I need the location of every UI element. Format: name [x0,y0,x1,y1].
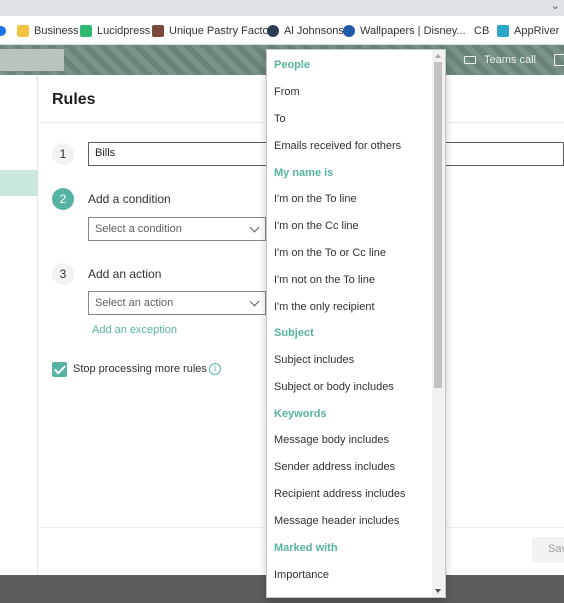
bookmark-business[interactable]: Business [17,23,79,39]
menu-item-from[interactable]: From [274,86,300,98]
step-1-badge: 1 [52,143,74,165]
bookmark-pastry[interactable]: Unique Pastry Facto... [152,23,278,39]
select-condition-dropdown[interactable]: Select a condition [88,217,266,241]
menu-item-on-cc-line[interactable]: I'm on the Cc line [274,220,359,232]
dropdown-scrollbar[interactable] [432,50,445,597]
menu-item-importance[interactable]: Importance [274,569,329,581]
settings-nav [0,75,38,575]
video-camera-icon [464,56,476,64]
menu-item-subject-or-body-includes[interactable]: Subject or body includes [274,381,394,393]
al-johnsons-icon [267,25,279,37]
info-icon[interactable]: i [209,363,221,375]
stop-processing-checkbox[interactable] [52,362,67,377]
lucidpress-icon [80,25,92,37]
settings-nav-selected-item[interactable] [0,170,38,196]
bookmark-disney[interactable]: Wallpapers | Disney... [343,23,466,39]
bookmark-label: Wallpapers | Disney... [360,25,466,37]
select-action-dropdown[interactable]: Select an action [88,291,266,315]
header-overflow-icon[interactable] [554,54,564,66]
scrollbar-thumb[interactable] [434,62,442,388]
menu-item-to[interactable]: To [274,113,286,125]
step-2-badge: 2 [52,188,74,210]
disney-icon [343,25,355,37]
menu-group-header-subject: Subject [274,327,314,339]
bookmark-appriver[interactable]: AppRiver [497,23,559,39]
select-action-placeholder: Select an action [95,297,174,309]
menu-item-not-on-to-line[interactable]: I'm not on the To line [274,274,375,286]
folder-icon [17,25,29,37]
menu-item-subject-includes[interactable]: Subject includes [274,354,354,366]
teams-call-label: Teams call [484,54,536,66]
step-3-badge: 3 [52,263,74,285]
bookmark-cb[interactable]: CB [474,23,489,39]
chevron-down-icon [249,222,260,233]
chevron-down-icon [249,296,260,307]
teams-call-button[interactable]: Teams call [464,45,536,75]
menu-group-header-people: People [274,59,311,71]
dialog-title: Rules [52,91,96,108]
bookmarks-bar: Business Lucidpress Unique Pastry Facto.… [0,16,564,45]
pastry-icon [152,25,164,37]
bookmark-label: AppRiver [514,25,560,37]
stop-processing-label: Stop processing more rules [73,363,207,375]
bookmark-label: Lucidpress [97,25,151,37]
menu-item-message-body-includes[interactable]: Message body includes [274,434,389,446]
bookmark-label: CB [474,25,490,37]
menu-item-message-header-includes[interactable]: Message header includes [274,515,399,527]
browser-top-bar: ⌄ [0,0,564,16]
bookmark-label: Al Johnsons [284,25,344,37]
bookmark-al-johnsons[interactable]: Al Johnsons [267,23,344,39]
menu-group-header-my-name-is: My name is [274,167,334,179]
menu-group-header-keywords: Keywords [274,408,327,420]
menu-item-emails-received-for-others[interactable]: Emails received for others [274,140,401,152]
menu-item-recipient-address-includes[interactable]: Recipient address includes [274,488,405,500]
menu-item-sender-address-includes[interactable]: Sender address includes [274,461,395,473]
search-box[interactable] [0,49,64,71]
kebab-menu-icon[interactable]: ⌄ [551,0,560,12]
menu-item-only-recipient[interactable]: I'm the only recipient [274,301,375,313]
condition-dropdown-menu: People From To Emails received for other… [266,49,446,598]
appriver-icon [497,25,509,37]
scroll-up-arrow-icon[interactable] [435,54,441,58]
chrome-icon [0,26,6,36]
bookmark-label: Unique Pastry Facto... [169,25,278,37]
menu-item-on-to-line[interactable]: I'm on the To line [274,193,357,205]
add-condition-label: Add a condition [88,192,171,206]
menu-group-header-marked-with: Marked with [274,542,338,554]
select-condition-placeholder: Select a condition [95,223,182,235]
add-exception-link[interactable]: Add an exception [92,324,177,336]
scroll-down-arrow-icon[interactable] [435,589,441,593]
add-action-label: Add an action [88,267,162,281]
bookmark-label: Business [34,25,79,37]
save-button[interactable]: Sav [532,537,564,563]
menu-item-on-to-or-cc-line[interactable]: I'm on the To or Cc line [274,247,386,259]
bookmark-lucidpress[interactable]: Lucidpress [80,23,150,39]
bookmark-chrome[interactable] [0,23,6,39]
